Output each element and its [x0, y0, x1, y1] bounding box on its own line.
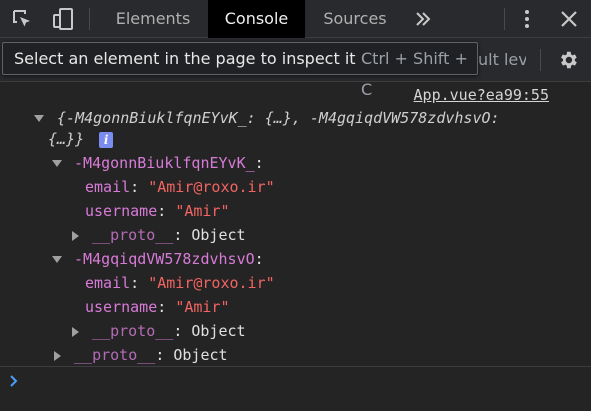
- inspect-tooltip: Select an element in the page to inspect…: [2, 42, 478, 99]
- property-row: email: "Amir@roxo.ir": [85, 274, 275, 292]
- collapse-arrow-icon[interactable]: [54, 350, 61, 361]
- source-link[interactable]: App.vue?ea99:55: [414, 86, 549, 104]
- info-icon[interactable]: i: [99, 131, 114, 148]
- tabbar-divider: [89, 8, 90, 30]
- tree-node[interactable]: __proto__: Object: [72, 319, 246, 343]
- property-key: email: [85, 274, 131, 292]
- prompt-chevron-icon: [8, 373, 20, 393]
- collapse-arrow-icon[interactable]: [72, 230, 79, 241]
- property-row: username: "Amir": [85, 298, 230, 316]
- string-value: "Amir@roxo.ir": [148, 178, 275, 196]
- object-value: Object: [173, 346, 228, 364]
- device-toolbar-icon[interactable]: [50, 0, 76, 38]
- property-key: -M4gonnBiuklfqnEYvK_: [74, 154, 255, 172]
- property-key: username: [85, 298, 158, 316]
- string-value: "Amir": [175, 298, 230, 316]
- property-key: -M4gqiqdVW578zdvhsvO: [74, 250, 255, 268]
- object-value: Object: [191, 322, 246, 340]
- inspect-element-icon[interactable]: [8, 0, 36, 38]
- toolbar-divider: [540, 49, 541, 71]
- property-key: __proto__: [92, 226, 174, 244]
- collapse-arrow-icon[interactable]: [72, 326, 79, 337]
- close-icon[interactable]: [556, 0, 582, 38]
- expand-arrow-icon[interactable]: [52, 160, 62, 167]
- tree-node[interactable]: __proto__: Object: [72, 223, 246, 247]
- property-key: username: [85, 202, 158, 220]
- devtools-tabbar: Elements Console Sources: [0, 0, 591, 38]
- log-level-dropdown[interactable]: ult lev: [478, 38, 526, 82]
- string-value: "Amir": [175, 202, 230, 220]
- object-summary-line1: {-M4gonnBiuklfqnEYvK_: {…}, -M4gqiqdVW57…: [57, 109, 500, 127]
- property-key: __proto__: [74, 346, 156, 364]
- property-row: email: "Amir@roxo.ir": [85, 178, 275, 196]
- property-row: username: "Amir": [85, 202, 230, 220]
- console-toolbar: ult lev Select an element in the page to…: [0, 38, 591, 99]
- console-prompt[interactable]: [0, 366, 591, 411]
- property-key: email: [85, 178, 131, 196]
- object-summary-line2: {…}}: [48, 130, 85, 148]
- property-key: __proto__: [92, 322, 174, 340]
- object-value: Object: [191, 226, 246, 244]
- tree-node[interactable]: -M4gqiqdVW578zdvhsvO:: [52, 247, 264, 271]
- gear-icon[interactable]: [555, 38, 581, 82]
- tab-console[interactable]: Console: [208, 0, 305, 38]
- string-value: "Amir@roxo.ir": [148, 274, 275, 292]
- object-summary-row-cont: {…}} i: [48, 127, 114, 151]
- kebab-menu-icon[interactable]: [516, 0, 538, 38]
- tabbar-divider-right: [504, 8, 505, 30]
- more-tabs-chevron-icon[interactable]: [409, 0, 437, 38]
- tooltip-text: Select an element in the page to inspect…: [14, 49, 356, 68]
- console-output: App.vue?ea99:55 {-M4gonnBiuklfqnEYvK_: {…: [0, 82, 591, 366]
- tree-node[interactable]: -M4gonnBiuklfqnEYvK_:: [52, 151, 264, 175]
- tab-elements[interactable]: Elements: [102, 0, 204, 38]
- tree-node[interactable]: __proto__: Object: [54, 343, 228, 367]
- expand-arrow-icon[interactable]: [52, 256, 62, 263]
- expand-arrow-icon[interactable]: [34, 115, 44, 122]
- tab-sources[interactable]: Sources: [307, 0, 403, 38]
